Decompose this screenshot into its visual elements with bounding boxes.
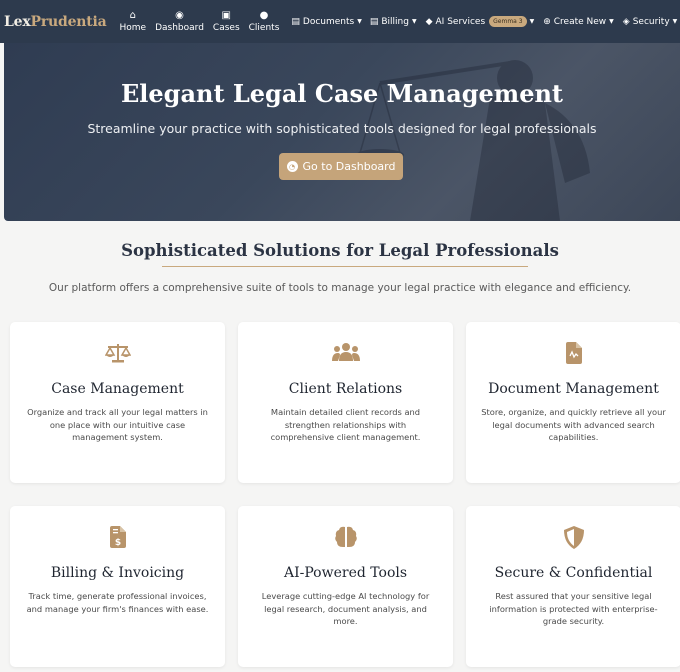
card-description: Store, organize, and quickly retrieve al…	[481, 407, 666, 442]
plus-circle-icon: ⊕	[543, 16, 551, 27]
go-to-dashboard-button[interactable]: ◔ Go to Dashboard	[279, 153, 403, 180]
svg-text:$: $	[114, 538, 120, 548]
chevron-down-icon: ▼	[529, 18, 535, 25]
file-icon: ▤	[291, 16, 300, 27]
nav-cases[interactable]: ▣ Cases	[212, 9, 240, 33]
card-title: Billing & Invoicing	[50, 565, 185, 581]
card-description: Organize and track all your legal matter…	[27, 407, 208, 442]
nav-billing-label: Billing	[381, 16, 409, 27]
features-title-underline	[162, 266, 528, 267]
chevron-down-icon: ▼	[609, 18, 614, 25]
card-title: Case Management	[51, 381, 184, 397]
user-icon: ●	[259, 9, 269, 21]
shield-icon	[563, 526, 584, 549]
card-description: Rest assured that your sensitive legal i…	[489, 591, 658, 626]
features-title: Sophisticated Solutions for Legal Profes…	[121, 241, 559, 260]
card-title: AI-Powered Tools	[283, 565, 408, 581]
hero-banner: Elegant Legal Case Management Streamline…	[4, 43, 680, 221]
card-description: Leverage cutting-edge AI technology for …	[261, 591, 430, 626]
card-title: Secure & Confidential	[494, 565, 653, 581]
card-description: Maintain detailed client records and str…	[270, 407, 421, 442]
receipt-icon: ▤	[369, 16, 379, 27]
nav-cases-label: Cases	[212, 22, 240, 33]
chevron-down-icon: ▼	[411, 18, 417, 25]
nav-ai-services-label: AI Services	[435, 16, 486, 27]
document-icon	[565, 342, 582, 364]
gauge-icon: ◔	[286, 161, 298, 172]
nav-dashboard[interactable]: ◉ Dashboard	[155, 9, 204, 33]
nav-billing-dropdown[interactable]: ▤ Billing ▼	[370, 17, 417, 27]
nav-ai-services-dropdown[interactable]: ◆ AI Services Gemma 3 ▼	[425, 16, 535, 27]
hero-title: Elegant Legal Case Management	[120, 79, 563, 108]
nav-home[interactable]: ⌂ Home	[119, 9, 147, 33]
brain-icon	[334, 526, 357, 547]
nav-security-label: Security	[632, 16, 670, 27]
nav-clients-label: Clients	[248, 22, 280, 33]
invoice-icon: $	[109, 526, 126, 548]
card-title: Document Management	[488, 381, 659, 397]
nav-create-new-dropdown[interactable]: ⊕ Create New ▼	[543, 17, 614, 27]
card-description: Track time, generate professional invoic…	[26, 591, 209, 614]
home-icon: ⌂	[129, 9, 136, 21]
go-to-dashboard-label: Go to Dashboard	[302, 160, 396, 173]
users-icon	[331, 343, 360, 361]
nav-security-dropdown[interactable]: ◈ Security ▼	[623, 17, 678, 27]
nav-documents-label: Documents	[302, 16, 355, 27]
nav-clients[interactable]: ● Clients	[248, 9, 280, 33]
chevron-down-icon: ▼	[357, 18, 362, 25]
briefcase-icon: ▣	[221, 9, 231, 21]
feature-card-ai-powered-tools: AI-Powered Tools Leverage cutting-edge A…	[238, 506, 453, 667]
card-title: Client Relations	[288, 381, 403, 397]
feature-card-document-management: Document Management Store, organize, and…	[466, 322, 680, 483]
nav-home-label: Home	[119, 22, 147, 33]
dashboard-icon: ◉	[175, 9, 184, 21]
scale-icon	[104, 344, 131, 363]
nav-dashboard-label: Dashboard	[155, 22, 204, 33]
shield-icon: ◈	[622, 16, 630, 27]
feature-card-client-relations: Client Relations Maintain detailed clien…	[238, 322, 453, 483]
nav-documents-dropdown[interactable]: ▤ Documents ▼	[291, 17, 361, 27]
feature-card-case-management: Case Management Organize and track all y…	[10, 322, 225, 483]
brand-logo[interactable]: LexPrudentia	[0, 14, 107, 30]
feature-card-secure-confidential: Secure & Confidential Rest assured that …	[466, 506, 680, 667]
ai-model-badge: Gemma 3	[489, 16, 527, 27]
features-description: Our platform offers a comprehensive suit…	[48, 282, 632, 294]
robot-icon: ◆	[425, 16, 433, 27]
hero-subtitle: Streamline your practice with sophistica…	[87, 121, 597, 136]
chevron-down-icon: ▼	[672, 18, 678, 25]
nav-create-new-label: Create New	[553, 16, 607, 27]
feature-card-billing-invoicing: $ Billing & Invoicing Track time, genera…	[10, 506, 225, 667]
top-navbar: LexPrudentia ⌂ Home ◉ Dashboard ▣ Cases …	[0, 0, 680, 43]
